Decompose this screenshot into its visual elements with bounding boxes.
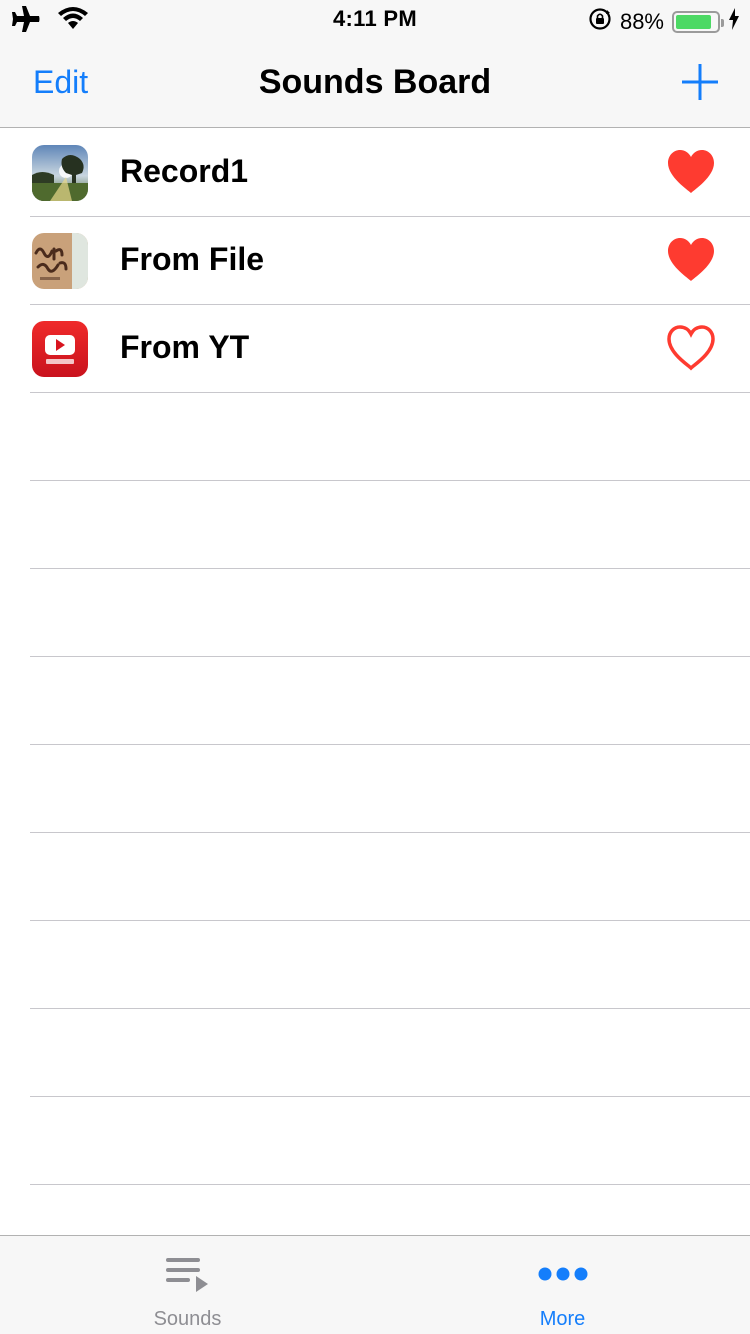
sound-title: Record1 xyxy=(120,153,249,189)
playlist-icon xyxy=(0,1254,375,1298)
more-dots-icon xyxy=(375,1254,750,1298)
status-right: 88% xyxy=(588,7,740,37)
tab-more[interactable]: More xyxy=(375,1236,750,1334)
sound-title: From File xyxy=(120,241,265,277)
favorite-button[interactable] xyxy=(666,237,716,283)
empty-row xyxy=(0,921,750,1009)
heart-filled-icon xyxy=(668,238,714,281)
empty-row xyxy=(0,569,750,657)
navigation-bar: Edit Sounds Board xyxy=(0,40,750,128)
favorite-button[interactable] xyxy=(666,149,716,195)
tab-sounds[interactable]: Sounds xyxy=(0,1236,375,1334)
empty-row xyxy=(0,833,750,921)
app-screen: 4:11 PM 88% Edit Sounds Board Record1 Fr… xyxy=(0,0,750,1334)
empty-row xyxy=(0,1097,750,1185)
tab-label: Sounds xyxy=(153,1308,222,1330)
status-bar: 4:11 PM 88% xyxy=(0,0,750,40)
empty-row xyxy=(0,657,750,745)
battery-percent: 88% xyxy=(619,9,664,34)
add-sound-button[interactable] xyxy=(680,62,720,102)
plus-icon xyxy=(682,64,718,100)
battery-tip xyxy=(721,19,724,27)
lettering-photo-thumbnail xyxy=(32,233,88,289)
page-title: Sounds Board xyxy=(258,63,492,101)
battery-icon xyxy=(672,11,724,33)
tab-bar: Sounds More xyxy=(0,1235,750,1334)
favorite-button[interactable] xyxy=(666,325,716,371)
sound-title: From YT xyxy=(120,329,250,365)
list-item[interactable]: From YT xyxy=(0,305,750,393)
empty-row xyxy=(0,745,750,833)
heart-filled-icon xyxy=(668,150,714,193)
empty-row xyxy=(0,1009,750,1097)
row-separator xyxy=(30,1184,750,1185)
heart-outline-icon xyxy=(667,325,715,371)
youtube-logo-thumbnail xyxy=(32,321,88,377)
sounds-list: Record1 From File From YT xyxy=(0,129,750,1185)
tab-label: More xyxy=(539,1308,586,1330)
rotation-lock-icon xyxy=(588,7,612,37)
list-item[interactable]: From File xyxy=(0,217,750,305)
empty-row xyxy=(0,481,750,569)
landscape-photo-thumbnail xyxy=(32,145,88,201)
battery-fill xyxy=(676,15,712,29)
list-item[interactable]: Record1 xyxy=(0,129,750,217)
charging-bolt-icon xyxy=(728,8,740,36)
empty-row xyxy=(0,393,750,481)
